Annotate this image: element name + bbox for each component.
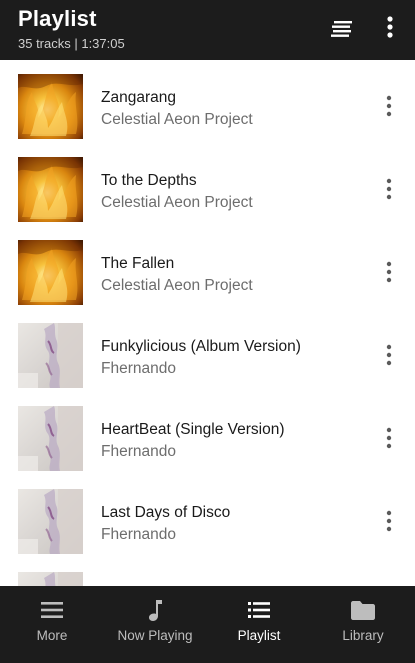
track-title: Funkylicious (Album Version) (101, 338, 301, 355)
track-row[interactable]: Zangarang Celestial Aeon Project (0, 60, 415, 143)
page-title: Playlist (18, 6, 97, 31)
track-options-button[interactable] (377, 425, 401, 451)
more-vert-icon (386, 510, 392, 532)
track-list[interactable]: Zangarang Celestial Aeon Project To the De… (0, 60, 415, 586)
album-art (18, 240, 83, 305)
portrait-artwork (18, 406, 83, 471)
album-art (18, 323, 83, 388)
fire-artwork (18, 240, 83, 305)
track-options-button[interactable] (377, 342, 401, 368)
portrait-artwork (18, 489, 83, 554)
more-vert-icon (387, 16, 393, 38)
more-vert-icon (386, 261, 392, 283)
album-art (18, 572, 83, 586)
track-row[interactable]: Last Days of Disco Fhernando (0, 475, 415, 558)
track-artist: Fhernando (101, 526, 176, 543)
track-title: Zangarang (101, 89, 176, 106)
nav-label: Playlist (237, 628, 281, 643)
more-vert-icon (386, 178, 392, 200)
album-art (18, 406, 83, 471)
queue-sort-button[interactable] (328, 14, 356, 42)
album-art (18, 74, 83, 139)
track-artist: Celestial Aeon Project (101, 277, 253, 294)
track-artist: Celestial Aeon Project (101, 194, 253, 211)
menu-icon (39, 598, 65, 622)
track-options-button[interactable] (377, 93, 401, 119)
music-note-icon (142, 598, 168, 622)
track-row[interactable]: Funkylicious (Album Version) Fhernando (0, 309, 415, 392)
nav-item-playlist[interactable]: Playlist (207, 586, 311, 663)
overflow-menu-button[interactable] (378, 12, 402, 44)
nav-label: Library (342, 628, 384, 643)
nav-item-library[interactable]: Library (311, 586, 415, 663)
portrait-artwork (18, 323, 83, 388)
nav-label: Now Playing (117, 628, 193, 643)
fire-artwork (18, 157, 83, 222)
folder-icon (350, 598, 376, 622)
track-row[interactable]: To the Depths Celestial Aeon Project (0, 143, 415, 226)
app-bar: Playlist 35 tracks | 1:37:05 (0, 0, 415, 60)
track-row[interactable] (0, 558, 415, 586)
track-options-button[interactable] (377, 176, 401, 202)
queue-sort-icon (331, 21, 352, 37)
fire-artwork (18, 74, 83, 139)
nav-label: More (36, 628, 68, 643)
track-artist: Fhernando (101, 360, 176, 377)
nav-item-more[interactable]: More (0, 586, 104, 663)
album-art (18, 157, 83, 222)
more-vert-icon (386, 95, 392, 117)
more-vert-icon (386, 344, 392, 366)
track-artist: Celestial Aeon Project (101, 111, 253, 128)
more-vert-icon (386, 427, 392, 449)
playlist-summary: 35 tracks | 1:37:05 (18, 36, 125, 51)
bottom-navigation: More Now Playing Playlist Library (0, 586, 415, 663)
album-art (18, 489, 83, 554)
portrait-artwork (18, 572, 83, 586)
track-title: HeartBeat (Single Version) (101, 421, 285, 438)
track-options-button[interactable] (377, 508, 401, 534)
track-row[interactable]: The Fallen Celestial Aeon Project (0, 226, 415, 309)
nav-item-now-playing[interactable]: Now Playing (103, 586, 207, 663)
track-title: The Fallen (101, 255, 175, 272)
track-title: To the Depths (101, 172, 197, 189)
track-row[interactable]: HeartBeat (Single Version) Fhernando (0, 392, 415, 475)
track-artist: Fhernando (101, 443, 176, 460)
track-title: Last Days of Disco (101, 504, 231, 521)
track-options-button[interactable] (377, 259, 401, 285)
list-icon (246, 598, 272, 622)
